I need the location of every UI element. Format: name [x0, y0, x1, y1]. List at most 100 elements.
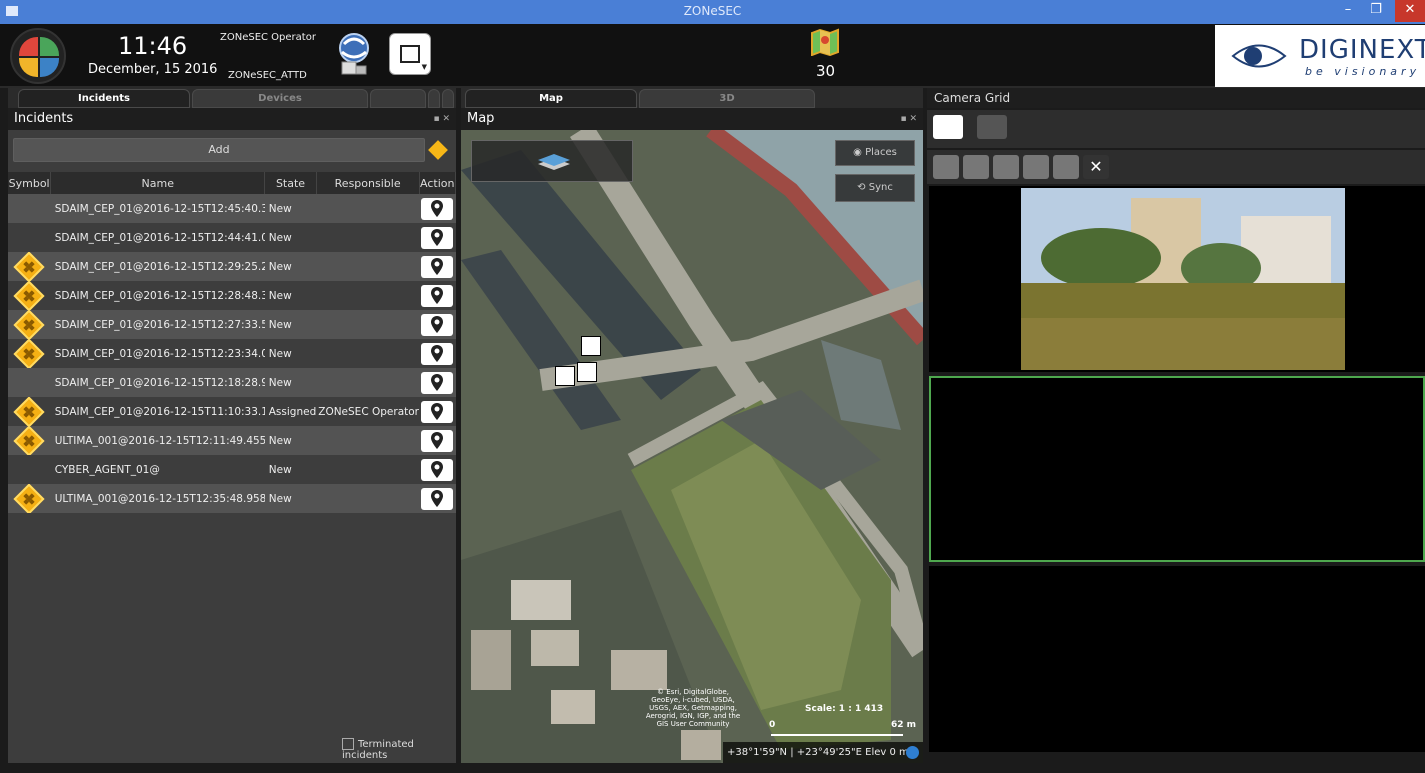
tab-scroll-right[interactable] [442, 89, 454, 108]
sync-button[interactable]: ⟲ Sync [835, 174, 915, 202]
incidents-table-header: Symbol Name State Responsible Action [8, 172, 456, 194]
tab-map[interactable]: Map [465, 89, 637, 108]
camera-marker-icon[interactable] [581, 336, 601, 356]
layers-button[interactable] [471, 140, 633, 182]
map-view[interactable]: ◉ Places ⟲ Sync © Esri, DigitalGlobe, Ge… [461, 130, 923, 763]
action-cell [419, 194, 456, 223]
tab-scroll-left[interactable] [428, 89, 440, 108]
col-symbol[interactable]: Symbol [8, 172, 52, 194]
panel-controls[interactable]: ▪ ✕ [433, 108, 450, 130]
close-stream-icon[interactable]: ✕ [1083, 155, 1109, 179]
locate-pin-icon[interactable] [993, 155, 1019, 179]
table-row[interactable]: SDAIM_CEP_01@2016-12-15T12:27:33.559 New [8, 310, 456, 339]
incident-state: New [264, 455, 317, 484]
incident-name: SDAIM_CEP_01@2016-12-15T12:44:41.001 [50, 223, 265, 252]
close-button[interactable]: ✕ [1395, 0, 1425, 22]
camera-marker-icon[interactable] [577, 362, 597, 382]
fullscreen-icon[interactable] [933, 155, 959, 179]
terminated-checkbox[interactable] [342, 738, 354, 750]
incident-type-icon[interactable] [428, 140, 448, 160]
locate-incident-button[interactable] [421, 400, 454, 423]
sync-icon: ⟲ [857, 182, 866, 193]
table-row[interactable]: SDAIM_CEP_01@2016-12-15T12:45:40.371 New [8, 194, 456, 223]
connection-status-icon[interactable] [334, 30, 374, 78]
table-row[interactable]: SDAIM_CEP_01@2016-12-15T12:28:48.337 New [8, 281, 456, 310]
table-row[interactable]: ULTIMA_001@2016-12-15T12:11:49.455Z New [8, 426, 456, 455]
locate-incident-button[interactable] [421, 371, 454, 394]
camera-tile-2[interactable] [929, 376, 1425, 562]
incident-responsible [316, 223, 419, 252]
tab-3d[interactable]: 3D [639, 89, 815, 108]
incident-name: ULTIMA_001@2016-12-15T12:35:48.958Z [50, 484, 265, 513]
table-row[interactable]: ULTIMA_001@2016-12-15T12:35:48.958Z New [8, 484, 456, 513]
locate-incident-button[interactable] [421, 284, 454, 307]
table-row[interactable]: CYBER_AGENT_01@ New [8, 455, 456, 484]
incident-name: SDAIM_CEP_01@2016-12-15T12:28:48.337 [50, 281, 265, 310]
tab-devices[interactable]: Devices [192, 89, 368, 108]
window-layout-button[interactable]: ▼ [389, 33, 431, 75]
terminated-incidents-toggle[interactable]: Terminated incidents [342, 738, 456, 761]
incident-state: New [264, 194, 317, 223]
col-action[interactable]: Action [419, 172, 456, 194]
locate-incident-button[interactable] [421, 458, 454, 481]
locate-incident-button[interactable] [421, 226, 454, 249]
table-row[interactable]: SDAIM_CEP_01@2016-12-15T12:44:41.001 New [8, 223, 456, 252]
scale-distance: 62 m [891, 720, 917, 730]
app-menu-logo-icon[interactable] [10, 28, 66, 84]
camera-tile-1[interactable] [929, 186, 1425, 372]
map-icon[interactable] [810, 28, 840, 56]
locate-incident-button[interactable] [421, 255, 454, 278]
tab-overflow[interactable] [370, 89, 426, 108]
globe-icon[interactable] [906, 746, 919, 759]
panel-controls[interactable]: ▪ ✕ [900, 108, 917, 130]
map-pin-icon [431, 286, 444, 304]
map-pin-icon [431, 373, 444, 391]
tab-incidents[interactable]: Incidents [18, 89, 190, 108]
ptz-camera-icon[interactable] [1023, 155, 1049, 179]
symbol-cell [8, 339, 51, 368]
camera-tile-3[interactable] [929, 566, 1425, 752]
grid-layout-icon[interactable] [933, 115, 963, 139]
clock-time: 11:46 [118, 32, 188, 60]
status-bar [0, 763, 1425, 773]
table-row[interactable]: SDAIM_CEP_01@2016-12-15T12:29:25.204 New [8, 252, 456, 281]
incident-responsible [316, 426, 419, 455]
camera-search-icon[interactable] [977, 115, 1007, 139]
symbol-cell [8, 368, 51, 397]
action-cell [419, 281, 456, 310]
sensor-marker-icon[interactable] [555, 366, 575, 386]
table-row[interactable]: SDAIM_CEP_01@2016-12-15T12:18:28.933 New [8, 368, 456, 397]
symbol-cell [8, 310, 51, 339]
camera-settings-icon[interactable] [1053, 155, 1079, 179]
maximize-button[interactable]: ❐ [1361, 0, 1391, 22]
incident-responsible [316, 368, 419, 397]
col-responsible[interactable]: Responsible [316, 172, 420, 194]
table-row[interactable]: SDAIM_CEP_01@2016-12-15T11:10:33.146 Assi… [8, 397, 456, 426]
places-button[interactable]: ◉ Places [835, 140, 915, 166]
map-pin-icon [431, 228, 444, 246]
locate-incident-button[interactable] [421, 487, 454, 510]
incident-name: SDAIM_CEP_01@2016-12-15T12:27:33.559 [50, 310, 265, 339]
col-name[interactable]: Name [50, 172, 266, 194]
snapshot-icon[interactable] [963, 155, 989, 179]
locate-incident-button[interactable] [421, 197, 454, 220]
action-cell [419, 223, 456, 252]
camera-toolbar-bottom: ✕ [927, 150, 1425, 184]
map-count: 30 [816, 62, 836, 80]
minimize-button[interactable]: – [1333, 0, 1363, 22]
col-state[interactable]: State [264, 172, 317, 194]
locate-incident-button[interactable] [421, 342, 454, 365]
map-pin-icon [431, 257, 444, 275]
action-cell [419, 339, 456, 368]
locate-incident-button[interactable] [421, 313, 454, 336]
incident-responsible [316, 310, 419, 339]
incident-symbol-icon [13, 281, 45, 310]
incident-name: CYBER_AGENT_01@ [50, 455, 265, 484]
add-incident-button[interactable]: Add [13, 138, 425, 162]
map-pin-icon [431, 199, 444, 217]
table-row[interactable]: SDAIM_CEP_01@2016-12-15T12:23:34.081 New [8, 339, 456, 368]
action-cell [419, 426, 456, 455]
symbol-cell [8, 223, 51, 252]
locate-incident-button[interactable] [421, 429, 454, 452]
incident-state: New [264, 310, 317, 339]
